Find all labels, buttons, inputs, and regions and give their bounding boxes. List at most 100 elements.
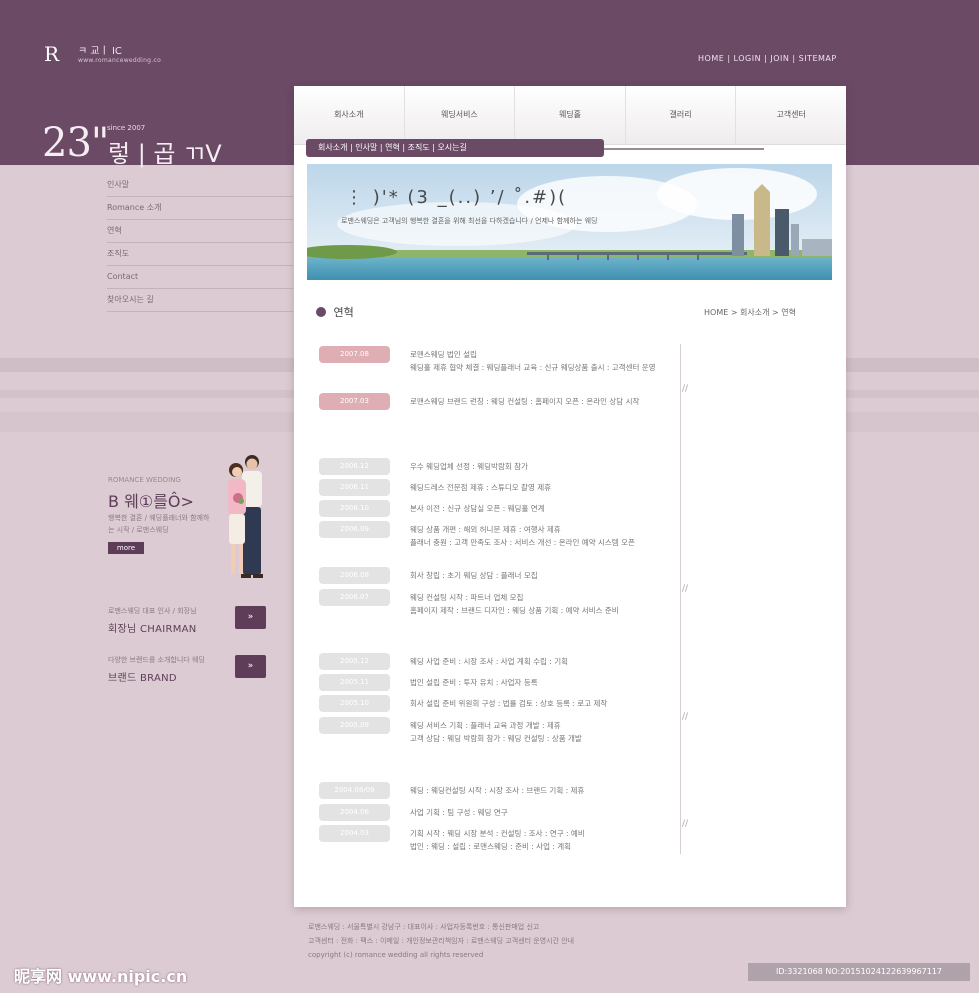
hero-title: 렇 | 곱 ㄲV (108, 140, 222, 168)
timeline-text: 웨딩 컨설팅 시작 : 파트너 업체 모집 홈페이지 제작 : 브랜드 디자인 … (410, 591, 680, 617)
timeline-text: 웨딩드레스 전문점 제휴 : 스튜디오 촬영 제휴 (410, 481, 680, 494)
watermark-logo: 昵享网 www.nipic.cn (14, 967, 188, 986)
promo-more-button[interactable]: more (108, 542, 144, 554)
timeline-text: 로맨스웨딩 브랜드 런칭 : 웨딩 컨설팅 : 홈페이지 오픈 : 온라인 상담… (410, 395, 680, 408)
timeline-date: 2006.10 (319, 500, 390, 517)
timeline-text: 회사 설립 준비 위원회 구성 : 법률 검토 : 상호 등록 : 로고 제작 (410, 697, 680, 710)
timeline-date: 2007.08 (319, 346, 390, 363)
timeline-date: 2006.08 (319, 567, 390, 584)
section-bullet-icon (316, 307, 326, 317)
timeline-line-text: 회사 창립 : 초기 웨딩 상담 : 플래너 모집 (410, 571, 538, 580)
tab-customer-center[interactable]: 고객센터 (736, 86, 846, 144)
tab-gallery[interactable]: 갤러리 (626, 86, 737, 144)
brand-arrow-button[interactable]: » (235, 655, 266, 678)
timeline-line-text: 웨딩 컨설팅 시작 : 파트너 업체 모집 (410, 593, 524, 602)
city-banner: ⋮ )'* (3 _(..) ’/ ˚.#)( 로맨스웨딩은 고객님의 행복한 … (307, 164, 832, 280)
left-nav-item[interactable]: 찾아오시는 길 (107, 289, 293, 312)
timeline-text: 웨딩 상품 개편 : 해외 허니문 제휴 : 여행사 제휴 플래너 충원 : 고… (410, 523, 680, 549)
timeline-marker: // (682, 384, 689, 394)
timeline-line-text: 사업 기획 : 팀 구성 : 웨딩 연구 (410, 808, 508, 817)
subnav-divider (604, 148, 764, 150)
footer-line: 로맨스웨딩 : 서울특별시 강남구 : 대표이사 : 사업자등록번호 : 통신판… (308, 923, 540, 931)
promo-description: 행복한 결혼 / 웨딩플래너와 함께하는 시작 / 로맨스웨딩 (108, 514, 210, 534)
timeline-marker: // (682, 584, 689, 594)
timeline-line-text: 웨딩드레스 전문점 제휴 : 스튜디오 촬영 제휴 (410, 483, 552, 492)
timeline-marker: // (682, 819, 689, 829)
main-tabs: 회사소개 웨딩서비스 웨딩홀 갤러리 고객센터 (294, 86, 846, 145)
content-panel: 회사소개 웨딩서비스 웨딩홀 갤러리 고객센터 회사소개 | 인사말 | 연혁 … (294, 86, 846, 907)
breadcrumb[interactable]: HOME > 회사소개 > 연혁 (704, 307, 796, 318)
timeline-line-text: 웨딩 사업 준비 : 시장 조사 : 사업 계획 수립 : 기획 (410, 657, 569, 666)
timeline-text: 법인 설립 준비 : 투자 유치 : 사업자 등록 (410, 676, 680, 689)
left-nav-item[interactable]: Romance 소개 (107, 197, 293, 220)
timeline-text: 웨딩 서비스 기획 : 플래너 교육 과정 개발 : 제휴 고객 상담 : 웨딩… (410, 719, 680, 745)
timeline-date: 2007.03 (319, 393, 390, 410)
timeline-marker: // (682, 712, 689, 722)
left-nav: 인사말 Romance 소개 연혁 조직도 Contact 찾아오시는 길 (107, 174, 293, 312)
left-nav-item[interactable]: 인사말 (107, 174, 293, 197)
brand-block: 다양한 브랜드를 소개합니다 웨딩 브랜드 BRAND » (108, 655, 268, 684)
footer-line: copyright (c) romance wedding all rights… (308, 951, 484, 959)
top-utility-links[interactable]: HOME | LOGIN | JOIN | SITEMAP (698, 54, 837, 63)
logo-mark[interactable]: R (44, 42, 59, 66)
timeline-date: 2005.12 (319, 653, 390, 670)
timeline-line-text: 홈페이지 제작 : 브랜드 디자인 : 웨딩 상품 기획 : 예약 서비스 준비 (410, 606, 619, 615)
timeline-line-text: 본사 이전 : 신규 상담실 오픈 : 웨딩홀 연계 (410, 504, 545, 513)
timeline-date: 2006.09 (319, 521, 390, 538)
timeline-line-text: 우수 웨딩업체 선정 : 웨딩박람회 참가 (410, 462, 528, 471)
logo-name[interactable]: ㅋ 교ㅣ IC (78, 42, 122, 57)
timeline-line-text: 플래너 충원 : 고객 만족도 조사 : 서비스 개선 : 온라인 예약 시스템… (410, 538, 635, 547)
sub-navigation[interactable]: 회사소개 | 인사말 | 연혁 | 조직도 | 오시는길 (306, 139, 604, 157)
timeline-date: 2004.08/09 (319, 782, 390, 799)
timeline-date: 2005.10 (319, 695, 390, 712)
timeline-line-text: 회사 설립 준비 위원회 구성 : 법률 검토 : 상호 등록 : 로고 제작 (410, 699, 608, 708)
timeline-line-text: 기획 시작 : 웨딩 시장 분석 : 컨설팅 : 조사 : 연구 : 예비 (410, 829, 585, 838)
hero-number: 23" (42, 120, 109, 166)
timeline-text: 기획 시작 : 웨딩 시장 분석 : 컨설팅 : 조사 : 연구 : 예비 법인… (410, 827, 680, 853)
timeline-text: 본사 이전 : 신규 상담실 오픈 : 웨딩홀 연계 (410, 502, 680, 515)
couple-photo (228, 455, 263, 578)
timeline-date: 2006.12 (319, 458, 390, 475)
timeline-line-text: 법인 : 웨딩 : 설립 : 로맨스웨딩 : 준비 : 사업 : 계획 (410, 842, 572, 851)
tab-wedding-service[interactable]: 웨딩서비스 (405, 86, 516, 144)
timeline-line (680, 344, 681, 854)
left-nav-item[interactable]: Contact (107, 266, 293, 289)
promo-title: B 웨①를Ô> (108, 492, 194, 511)
timeline-date: 2006.07 (319, 589, 390, 606)
timeline-line-text: 웨딩홀 제휴 협약 체결 : 웨딩플래너 교육 : 신규 웨딩상품 출시 : 고… (410, 363, 656, 372)
timeline-line-text: 웨딩 서비스 기획 : 플래너 교육 과정 개발 : 제휴 (410, 721, 561, 730)
timeline-line-text: 로맨스웨딩 브랜드 런칭 : 웨딩 컨설팅 : 홈페이지 오픈 : 온라인 상담… (410, 397, 640, 406)
promo-kicker: ROMANCE WEDDING (108, 476, 181, 484)
timeline-line-text: 웨딩 : 웨딩컨설팅 시작 : 시장 조사 : 브랜드 기획 : 제휴 (410, 786, 585, 795)
chairman-arrow-button[interactable]: » (235, 606, 266, 629)
hero-small-label: since 2007 (107, 124, 146, 132)
timeline-text: 회사 창립 : 초기 웨딩 상담 : 플래너 모집 (410, 569, 680, 582)
timeline-date: 2005.09 (319, 717, 390, 734)
timeline-date: 2004.03 (319, 825, 390, 842)
tab-wedding-hall[interactable]: 웨딩홀 (515, 86, 626, 144)
timeline-date: 2006.11 (319, 479, 390, 496)
timeline-line-text: 로맨스웨딩 법인 설립 (410, 350, 477, 359)
timeline-text: 로맨스웨딩 법인 설립 웨딩홀 제휴 협약 체결 : 웨딩플래너 교육 : 신규… (410, 348, 680, 374)
section-title: 연혁 (333, 306, 354, 319)
timeline-date: 2004.06 (319, 804, 390, 821)
tab-company[interactable]: 회사소개 (294, 86, 405, 144)
chairman-block: 로맨스웨딩 대표 인사 / 회장님 회장님 CHAIRMAN » (108, 606, 268, 635)
timeline-line-text: 법인 설립 준비 : 투자 유치 : 사업자 등록 (410, 678, 538, 687)
timeline-date: 2005.11 (319, 674, 390, 691)
timeline-text: 우수 웨딩업체 선정 : 웨딩박람회 참가 (410, 460, 680, 473)
left-nav-item[interactable]: 조직도 (107, 243, 293, 266)
watermark-id: ID:3321068 NO:20151024122639967117 (748, 963, 970, 981)
footer: 로맨스웨딩 : 서울특별시 강남구 : 대표이사 : 사업자등록번호 : 통신판… (308, 920, 798, 962)
timeline-text: 웨딩 사업 준비 : 시장 조사 : 사업 계획 수립 : 기획 (410, 655, 680, 668)
timeline-line-text: 고객 상담 : 웨딩 박람회 참가 : 웨딩 컨설팅 : 상품 개발 (410, 734, 582, 743)
logo-subtitle: www.romancewedding.co (78, 57, 162, 64)
section-heading: 연혁 (316, 304, 354, 320)
left-nav-item[interactable]: 연혁 (107, 220, 293, 243)
timeline-text: 웨딩 : 웨딩컨설팅 시작 : 시장 조사 : 브랜드 기획 : 제휴 (410, 784, 680, 797)
timeline-text: 사업 기획 : 팀 구성 : 웨딩 연구 (410, 806, 680, 819)
footer-line: 고객센터 : 전화 : 팩스 : 이메일 : 개인정보관리책임자 : 로맨스웨딩… (308, 937, 575, 945)
timeline-line-text: 웨딩 상품 개편 : 해외 허니문 제휴 : 여행사 제휴 (410, 525, 561, 534)
banner-title: ⋮ )'* (3 _(..) ’/ ˚.#)( (345, 187, 568, 208)
banner-subtitle: 로맨스웨딩은 고객님의 행복한 결혼을 위해 최선을 다하겠습니다 / 언제나 … (341, 217, 598, 225)
